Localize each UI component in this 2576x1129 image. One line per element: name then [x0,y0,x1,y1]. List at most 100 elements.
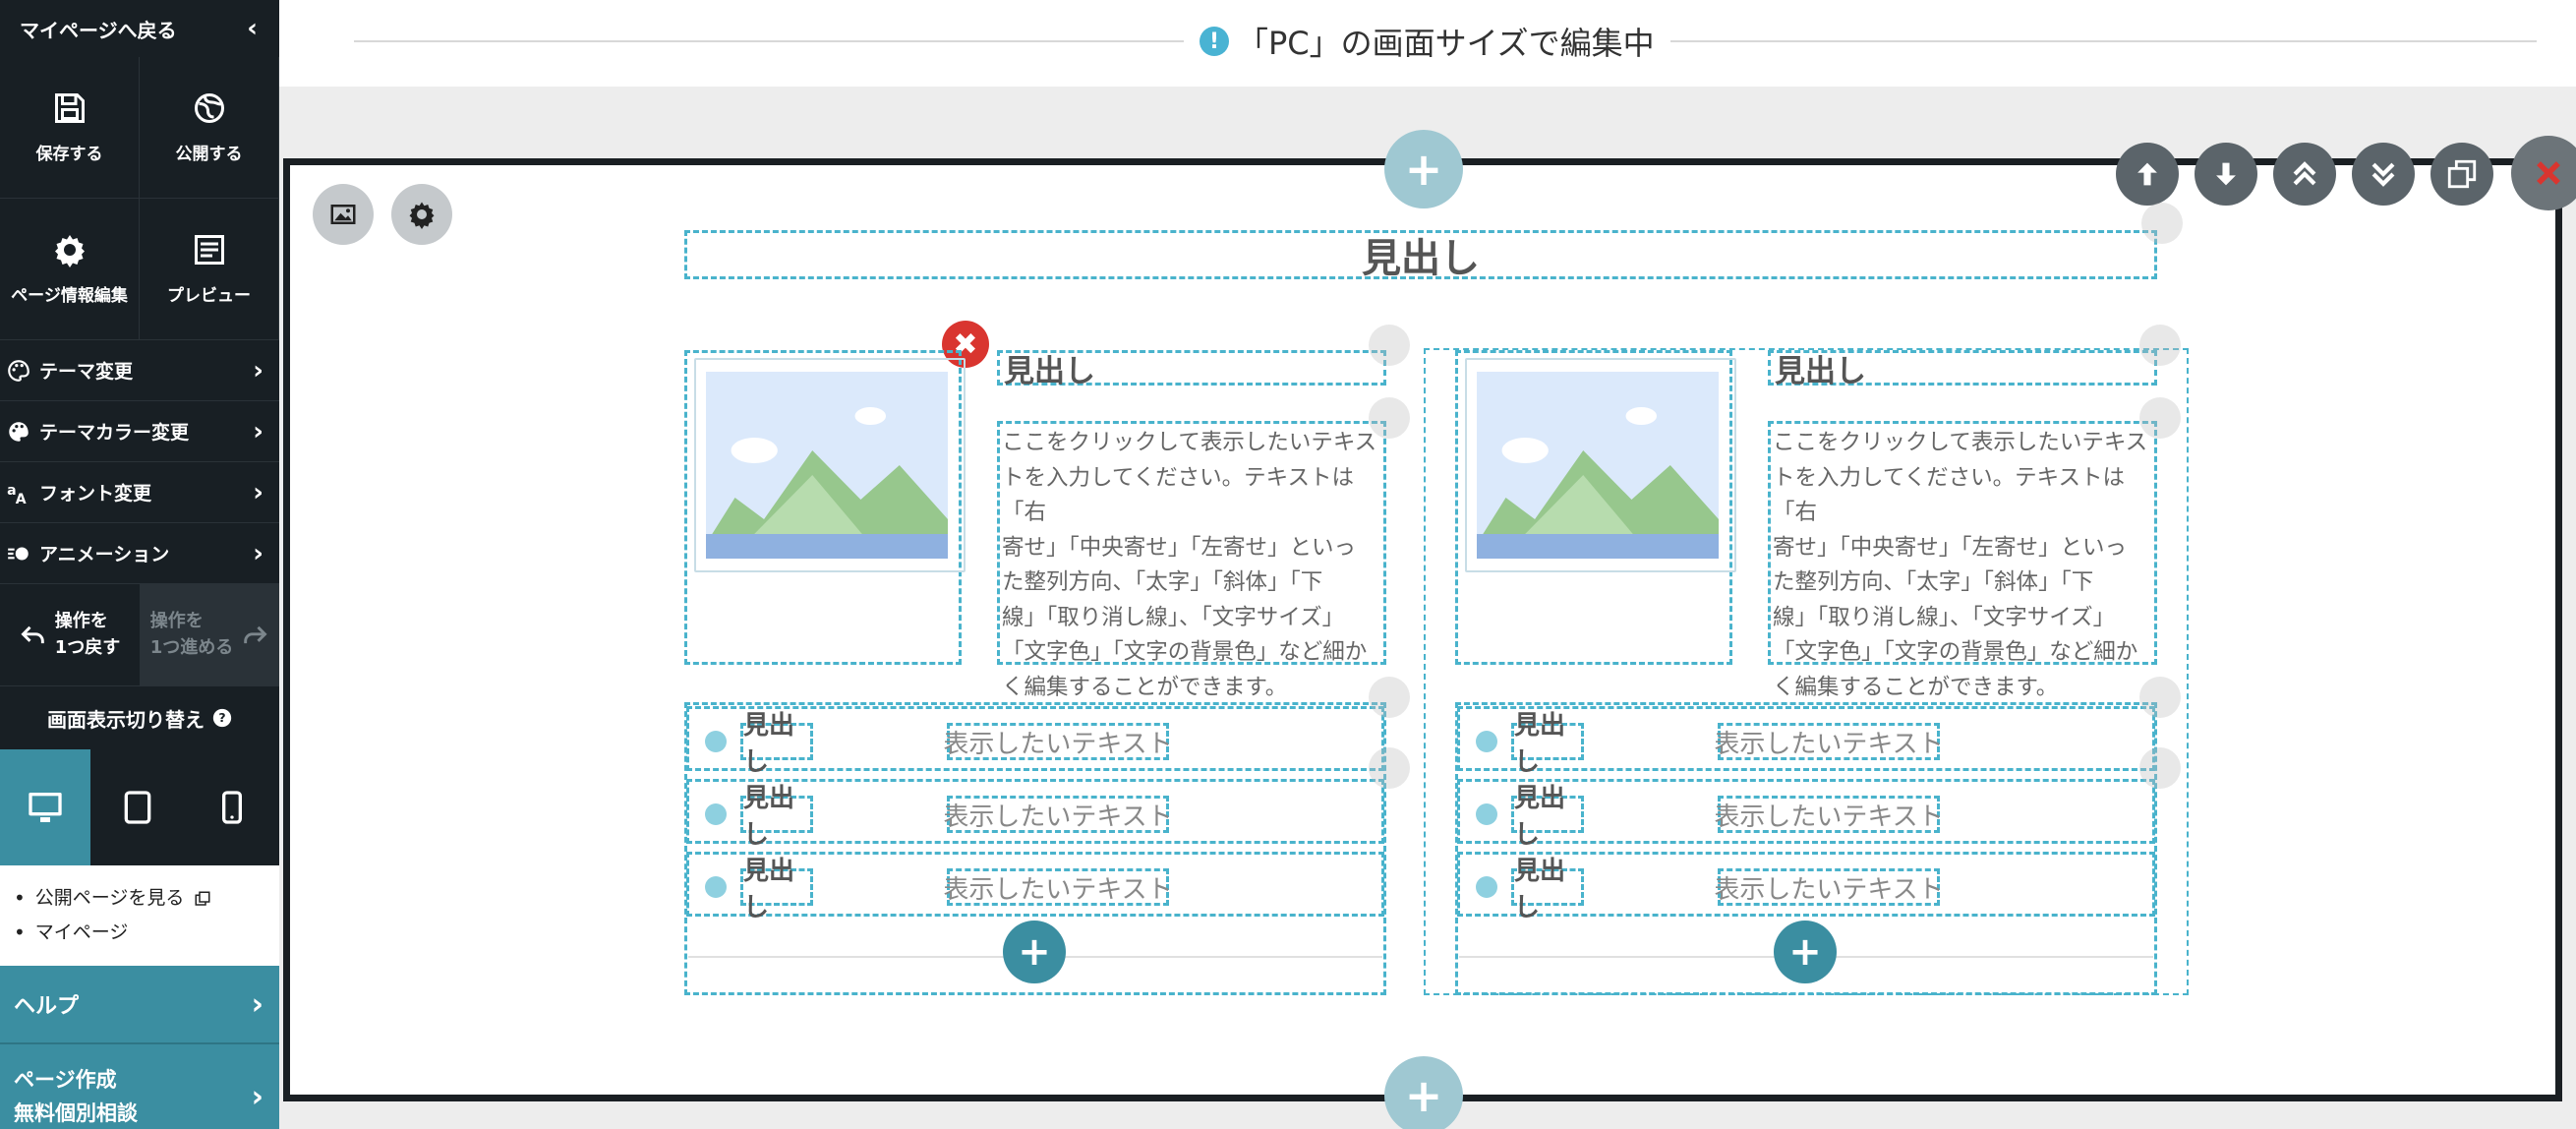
column-body-text[interactable]: ここをクリックして表示したいテキス トを入力してください。テキストは「右 寄せ」「中… [1768,421,2157,700]
placeholder-image-icon [1477,372,1719,559]
edit-mode-banner: ! 「PC」の画面サイズで編集中 [279,0,2576,87]
list-item[interactable]: 見出し 表示したいテキスト [686,706,1384,777]
preview-button[interactable]: プレビュー [140,199,279,340]
preview-label: プレビュー [167,286,251,306]
add-section-above-button[interactable]: + [1384,130,1463,208]
list-item-text[interactable]: 表示したいテキスト [943,723,1173,760]
column-body-text[interactable]: ここをクリックして表示したいテキス トを入力してください。テキストは「右 寄せ」「中… [997,421,1386,700]
page-info-edit-button[interactable]: ページ情報編集 [0,199,140,340]
chevron-right-icon: › [253,355,263,386]
list-item-text[interactable]: 表示したいテキスト [1714,723,1944,760]
svg-text:?: ? [218,710,225,725]
duplicate-button[interactable] [2430,143,2493,206]
ghost-delete-icon [1369,397,1410,439]
placeholder-image[interactable] [1477,372,1719,559]
ghost-delete-icon [1369,747,1410,789]
background-image-button[interactable] [313,184,374,245]
bullet-dot-icon [705,731,727,752]
placeholder-image-icon [706,372,948,559]
undo-label-line2: 1つ戻す [54,636,121,658]
palette-icon [8,359,29,382]
text-line: 線」「取り消し線」、「文字サイズ」 [1773,604,2116,630]
consultation-menu[interactable]: ページ作成 無料個別相談 › [0,1044,279,1129]
publish-label: 公開する [175,145,243,164]
animation-label: アニメーション [39,544,170,565]
smartphone-view-button[interactable] [185,749,279,865]
move-down-button[interactable] [2195,143,2257,206]
bullet-dot-icon [1476,876,1497,898]
plus-icon: + [1404,1069,1443,1122]
text-line: 「文字色」「文字の背景色」など細か [1002,639,1368,665]
placeholder-image[interactable] [706,372,948,559]
column-heading[interactable]: 見出し [1768,350,2157,389]
back-to-mypage-label: マイページへ戻る [20,18,177,42]
move-bottom-button[interactable] [2352,143,2415,206]
list-item-heading[interactable]: 見出し [1511,711,1584,777]
list-item[interactable]: 見出し 表示したいテキスト [1457,706,2155,777]
collapse-sidebar-icon[interactable]: ‹ [247,14,258,43]
help-menu[interactable]: ヘルプ › [0,966,279,1044]
delete-section-button[interactable] [2511,136,2576,210]
list-item[interactable]: 見出し 表示したいテキスト [1457,779,2155,850]
list-item[interactable]: 見出し 表示したいテキスト [1457,852,2155,922]
move-up-button[interactable] [2116,143,2179,206]
smartphone-icon [222,791,242,824]
ghost-delete-icon [1369,325,1410,366]
plus-icon: + [1788,929,1822,975]
close-icon [2537,161,2560,185]
list-item-heading[interactable]: 見出し [740,784,813,850]
animation-menu[interactable]: アニメーション › [0,523,279,584]
animation-icon [8,547,29,560]
preview-icon [194,235,224,265]
theme-change-label: テーマ変更 [39,361,134,383]
theme-change-menu[interactable]: テーマ変更 › [0,340,279,401]
font-change-menu[interactable]: a A フォント変更 › [0,462,279,523]
list-item-text[interactable]: 表示したいテキスト [1714,868,1944,906]
help-circle-icon[interactable]: ? [212,708,232,728]
svg-text:A: A [16,491,27,505]
text-line: ここをクリックして表示したいテキス [1773,430,2148,455]
list-item[interactable]: 見出し 表示したいテキスト [686,852,1384,922]
pc-view-button[interactable] [0,749,90,865]
move-top-button[interactable] [2273,143,2336,206]
mypage-label: マイページ [34,921,129,943]
section-settings-button[interactable] [391,184,452,245]
list-item[interactable]: 見出し 表示したいテキスト [686,779,1384,850]
info-icon: ! [1200,27,1229,56]
edit-mode-message: ! 「PC」の画面サイズで編集中 [1184,18,1670,65]
theme-color-menu[interactable]: テーマカラー変更 › [0,401,279,462]
add-list-item-button[interactable]: + [1774,921,1837,983]
text-line: ここをクリックして表示したいテキス [1002,430,1377,455]
arrow-down-icon [2216,162,2236,186]
add-list-item-button[interactable]: + [1003,921,1066,983]
main-heading[interactable]: 見出し [684,230,2157,281]
text-line: た整列方向、「太字」「斜体」「下 [1773,569,2094,595]
list-item-text[interactable]: 表示したいテキスト [943,868,1173,906]
editable-section[interactable] [283,158,2562,1101]
publish-button[interactable]: 公開する [140,57,279,199]
list-item-text[interactable]: 表示したいテキスト [943,796,1173,833]
list-item-text[interactable]: 表示したいテキスト [1714,796,1944,833]
column-heading[interactable]: 見出し [997,350,1386,389]
back-to-mypage-link[interactable]: マイページへ戻る ‹ [0,0,279,57]
ghost-delete-icon [2139,747,2181,789]
save-button[interactable]: 保存する [0,57,140,199]
public-page-link[interactable]: 公開ページを見る [14,881,279,916]
double-chevron-down-icon [2371,162,2395,187]
tablet-view-button[interactable] [90,749,185,865]
list-item-heading[interactable]: 見出し [740,711,813,777]
double-chevron-up-icon [2293,161,2316,186]
undo-button[interactable]: 操作を 1つ戻す [0,584,140,685]
list-item-heading[interactable]: 見出し [1511,857,1584,922]
list-item-heading[interactable]: 見出し [1511,784,1584,850]
text-line: く編集することができます。 [1002,674,1288,700]
add-section-below-button[interactable]: + [1384,1056,1463,1129]
tablet-icon [124,791,151,824]
redo-label-line2: 1つ進める [149,636,234,658]
list-item-heading[interactable]: 見出し [740,857,813,922]
chevron-right-icon: › [251,986,263,1022]
chevron-right-icon: › [253,477,263,507]
redo-button[interactable]: 操作を 1つ進める [140,584,279,685]
mypage-link[interactable]: マイページ [14,916,279,950]
text-line: 寄せ」「中央寄せ」「左寄せ」といっ [1773,534,2128,561]
